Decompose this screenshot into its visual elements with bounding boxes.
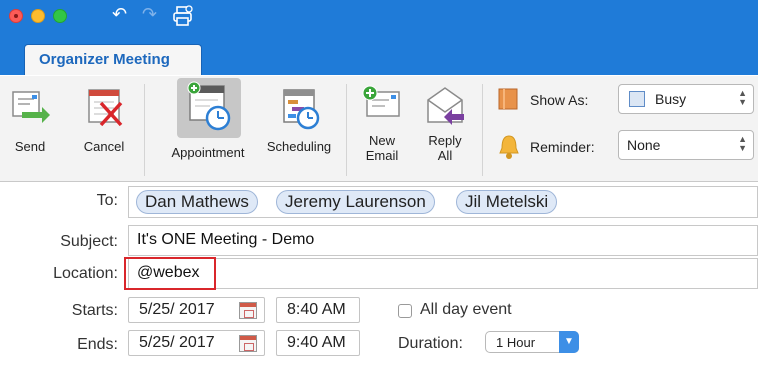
bell-icon bbox=[499, 135, 519, 159]
show-as-color-icon bbox=[498, 88, 518, 110]
start-date-field[interactable]: 5/25/ 2017 bbox=[128, 297, 265, 323]
calendar-icon[interactable] bbox=[239, 335, 257, 352]
location-label: Location: bbox=[53, 265, 118, 282]
send-icon bbox=[12, 91, 50, 123]
minimize-window-button[interactable] bbox=[31, 9, 45, 23]
show-as-value: Busy bbox=[655, 91, 687, 107]
updown-arrows-icon: ▲ ▼ bbox=[738, 134, 747, 153]
start-time-field[interactable]: 8:40 AM bbox=[276, 297, 360, 323]
send-button[interactable]: Send bbox=[6, 86, 54, 154]
starts-label: Starts: bbox=[71, 302, 118, 319]
recipient-chip[interactable]: Jil Metelski bbox=[456, 190, 558, 214]
reminder-label: Reminder: bbox=[530, 139, 595, 155]
new-email-button[interactable]: New Email bbox=[358, 84, 406, 163]
appointment-button[interactable]: Appointment bbox=[152, 80, 264, 160]
ribbon-separator bbox=[144, 84, 145, 176]
calendar-icon[interactable] bbox=[239, 302, 257, 319]
appointment-label: Appointment bbox=[171, 145, 245, 160]
duration-value: 1 Hour bbox=[496, 335, 536, 350]
ribbon-separator bbox=[482, 84, 483, 176]
duration-label: Duration: bbox=[398, 335, 463, 352]
location-field[interactable]: @webex bbox=[128, 258, 758, 289]
title-bar: ↶ ↷ bbox=[0, 0, 758, 42]
location-highlight-box bbox=[124, 257, 216, 290]
start-date-value: 5/25/ 2017 bbox=[139, 301, 215, 318]
end-time-field[interactable]: 9:40 AM bbox=[276, 330, 360, 356]
tab-label: Organizer Meeting bbox=[39, 51, 170, 68]
print-icon[interactable] bbox=[172, 5, 194, 32]
busy-color-swatch bbox=[629, 91, 645, 107]
show-as-label: Show As: bbox=[530, 92, 589, 108]
cancel-label: Cancel bbox=[83, 139, 125, 154]
all-day-checkbox[interactable] bbox=[398, 304, 412, 318]
chevron-down-icon: ▼ bbox=[559, 331, 579, 353]
undo-icon[interactable]: ↶ bbox=[112, 5, 127, 25]
updown-arrows-icon: ▲ ▼ bbox=[738, 88, 747, 107]
send-label: Send bbox=[14, 139, 46, 154]
scheduling-button[interactable]: Scheduling bbox=[258, 86, 340, 154]
reminder-value: None bbox=[627, 137, 661, 153]
duration-select[interactable]: 1 Hour ▼ bbox=[485, 331, 579, 353]
reply-all-label-line2: All bbox=[437, 148, 453, 163]
start-time-value: 8:40 AM bbox=[287, 301, 346, 318]
appointment-icon bbox=[187, 81, 231, 131]
end-date-value: 5/25/ 2017 bbox=[139, 334, 215, 351]
new-email-label-line2: Email bbox=[365, 148, 399, 163]
end-time-value: 9:40 AM bbox=[287, 334, 346, 351]
ribbon: Send Cancel Appointment Scheduling New E… bbox=[0, 76, 758, 182]
scheduling-icon bbox=[283, 89, 320, 130]
zoom-window-button[interactable] bbox=[53, 9, 67, 23]
show-as-select[interactable]: Busy ▲ ▼ bbox=[618, 84, 754, 114]
redo-icon[interactable]: ↷ bbox=[142, 5, 157, 25]
subject-label: Subject: bbox=[60, 233, 118, 250]
recipient-chip[interactable]: Dan Mathews bbox=[136, 190, 258, 214]
to-label: To: bbox=[96, 192, 118, 209]
close-window-button[interactable] bbox=[9, 9, 23, 23]
reply-all-label-line1: Reply bbox=[428, 133, 462, 148]
new-email-icon bbox=[362, 85, 400, 117]
reminder-select[interactable]: None ▲ ▼ bbox=[618, 130, 754, 160]
reply-all-icon bbox=[427, 87, 464, 125]
subject-field[interactable]: It's ONE Meeting - Demo bbox=[128, 225, 758, 256]
tab-organizer-meeting[interactable]: Organizer Meeting bbox=[24, 44, 202, 75]
all-day-label: All day event bbox=[420, 301, 512, 318]
reply-all-button[interactable]: Reply All bbox=[418, 84, 472, 163]
ribbon-separator bbox=[346, 84, 347, 176]
recipient-chip[interactable]: Jeremy Laurenson bbox=[276, 190, 435, 214]
new-email-label-line1: New bbox=[368, 133, 395, 148]
cancel-button[interactable]: Cancel bbox=[76, 86, 132, 154]
ends-label: Ends: bbox=[77, 336, 118, 353]
end-date-field[interactable]: 5/25/ 2017 bbox=[128, 330, 265, 356]
scheduling-label: Scheduling bbox=[266, 139, 332, 154]
cancel-icon bbox=[88, 89, 123, 127]
subject-value: It's ONE Meeting - Demo bbox=[137, 231, 315, 248]
